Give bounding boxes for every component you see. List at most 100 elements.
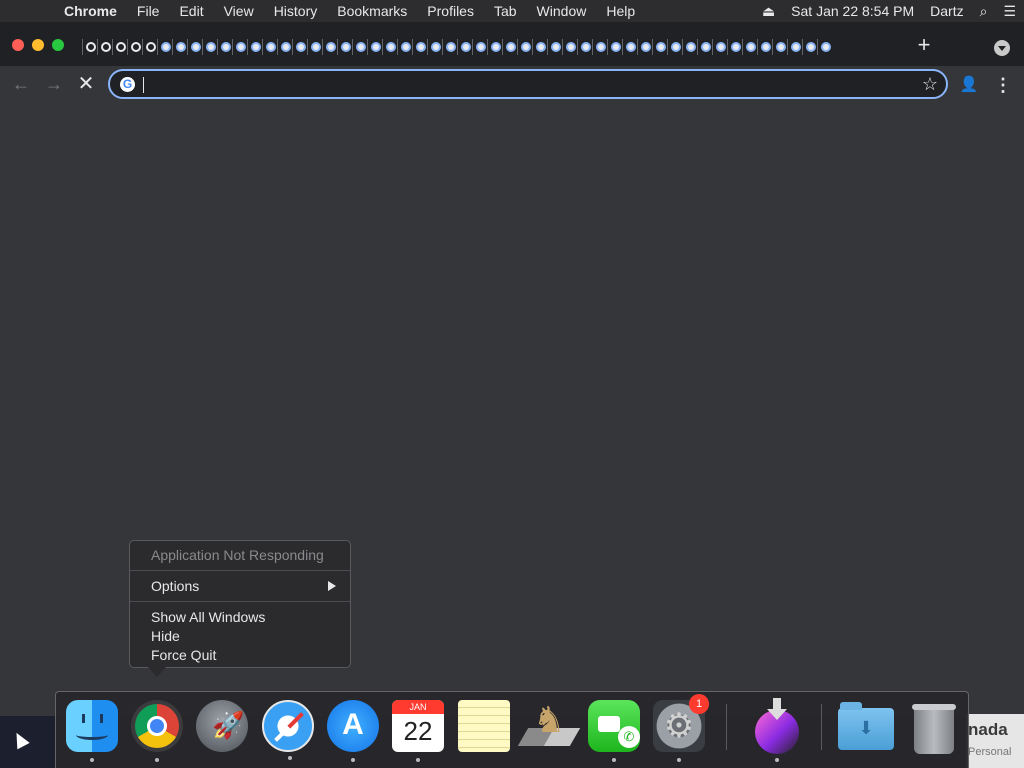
browser-tab[interactable] — [727, 39, 742, 55]
browser-tab[interactable] — [757, 39, 772, 55]
browser-tab[interactable] — [547, 39, 562, 55]
browser-tab[interactable] — [142, 39, 157, 55]
browser-tab[interactable] — [352, 39, 367, 55]
menu-item-show-all-windows[interactable]: Show All Windows — [151, 608, 265, 626]
browser-tab[interactable] — [772, 39, 787, 55]
browser-tab[interactable] — [97, 39, 112, 55]
browser-tab[interactable] — [502, 39, 517, 55]
browser-tab[interactable] — [817, 39, 832, 55]
browser-tab[interactable] — [682, 39, 697, 55]
browser-tab[interactable] — [262, 39, 277, 55]
browser-tab[interactable] — [442, 39, 457, 55]
browser-tab[interactable] — [622, 39, 637, 55]
menu-item-hide[interactable]: Hide — [151, 627, 180, 645]
browser-tab[interactable] — [337, 39, 352, 55]
browser-tab[interactable] — [532, 39, 547, 55]
browser-tab[interactable] — [277, 39, 292, 55]
browser-tab[interactable] — [742, 39, 757, 55]
new-tab-button[interactable]: + — [912, 34, 936, 58]
browser-tab[interactable] — [592, 39, 607, 55]
browser-tab[interactable] — [562, 39, 577, 55]
window-maximize-button[interactable] — [52, 39, 64, 51]
spotlight-search-icon[interactable]: ⌕ — [972, 0, 996, 22]
menu-history[interactable]: History — [264, 0, 328, 22]
browser-tab[interactable] — [202, 39, 217, 55]
browser-tab[interactable] — [802, 39, 817, 55]
browser-tab[interactable] — [472, 39, 487, 55]
back-button[interactable]: ← — [9, 72, 33, 96]
window-close-button[interactable] — [12, 39, 24, 51]
running-indicator — [155, 758, 159, 762]
browser-tab[interactable] — [457, 39, 472, 55]
browser-tab[interactable] — [517, 39, 532, 55]
browser-tab[interactable] — [787, 39, 802, 55]
browser-tab[interactable] — [697, 39, 712, 55]
profile-icon[interactable]: 👤 — [958, 74, 980, 96]
menu-file[interactable]: File — [127, 0, 170, 22]
browser-tab[interactable] — [322, 39, 337, 55]
dock-notes[interactable] — [458, 700, 510, 752]
tab-favicon-icon — [671, 42, 681, 52]
browser-tab[interactable] — [307, 39, 322, 55]
menu-user[interactable]: Dartz — [922, 0, 971, 22]
browser-tab[interactable] — [667, 39, 682, 55]
menu-edit[interactable]: Edit — [169, 0, 213, 22]
dock-finder[interactable] — [66, 700, 118, 762]
dock-trash[interactable] — [908, 700, 960, 754]
browser-tab[interactable] — [217, 39, 232, 55]
menu-view[interactable]: View — [214, 0, 264, 22]
tab-search-icon[interactable] — [994, 40, 1010, 56]
window-minimize-button[interactable] — [32, 39, 44, 51]
dock-calendar[interactable]: JAN 22 — [392, 700, 444, 762]
browser-tab[interactable] — [292, 39, 307, 55]
notification-center-icon[interactable]: ☰ — [995, 0, 1024, 22]
forward-button[interactable]: → — [42, 72, 66, 96]
menu-bookmarks[interactable]: Bookmarks — [327, 0, 417, 22]
browser-tab[interactable] — [82, 39, 97, 55]
browser-tab[interactable] — [652, 39, 667, 55]
browser-tab[interactable] — [187, 39, 202, 55]
menu-window[interactable]: Window — [527, 0, 597, 22]
dock-safari[interactable] — [262, 700, 314, 760]
browser-tab[interactable] — [382, 39, 397, 55]
dock-chrome[interactable] — [131, 700, 183, 762]
browser-tab[interactable] — [127, 39, 142, 55]
menu-item-options[interactable]: Options — [151, 577, 199, 595]
browser-tab[interactable] — [577, 39, 592, 55]
eject-icon[interactable]: ⏏ — [754, 0, 783, 22]
browser-tab[interactable] — [397, 39, 412, 55]
browser-tab[interactable] — [427, 39, 442, 55]
browser-tab[interactable] — [112, 39, 127, 55]
dock-chess[interactable]: ♞ — [517, 700, 581, 752]
phone-icon: ✆ — [618, 726, 640, 748]
menu-item-force-quit[interactable]: Force Quit — [151, 646, 216, 664]
dock-downloads-folder[interactable]: ⬇ — [838, 700, 894, 752]
address-input[interactable] — [142, 75, 912, 95]
stop-loading-button[interactable]: ✕ — [74, 72, 98, 96]
browser-tab[interactable] — [232, 39, 247, 55]
browser-tab[interactable] — [607, 39, 622, 55]
chrome-menu-icon[interactable]: ⋮ — [994, 74, 1012, 96]
menu-profiles[interactable]: Profiles — [417, 0, 484, 22]
menu-app-chrome[interactable]: Chrome — [54, 0, 127, 22]
dock-facetime[interactable]: ✆ — [588, 700, 640, 762]
dock-launchpad[interactable]: 🚀 — [196, 700, 248, 752]
browser-tab[interactable] — [637, 39, 652, 55]
browser-tab[interactable] — [412, 39, 427, 55]
bookmark-star-icon[interactable]: ☆ — [922, 74, 938, 94]
browser-tab[interactable] — [712, 39, 727, 55]
menu-tab[interactable]: Tab — [484, 0, 527, 22]
browser-tab[interactable] — [247, 39, 262, 55]
menu-clock[interactable]: Sat Jan 22 8:54 PM — [783, 0, 922, 22]
tab-favicon-icon — [341, 42, 351, 52]
dock-app-store[interactable]: A — [327, 700, 379, 762]
background-app-window[interactable]: nada Personal — [966, 714, 1024, 768]
address-bar[interactable]: G ☆ — [108, 69, 948, 99]
dock-installer[interactable] — [751, 698, 803, 762]
menu-help[interactable]: Help — [596, 0, 645, 22]
dock-system-preferences[interactable]: ⚙ 1 — [653, 694, 709, 762]
browser-tab[interactable] — [487, 39, 502, 55]
browser-tab[interactable] — [157, 39, 172, 55]
browser-tab[interactable] — [367, 39, 382, 55]
browser-tab[interactable] — [172, 39, 187, 55]
